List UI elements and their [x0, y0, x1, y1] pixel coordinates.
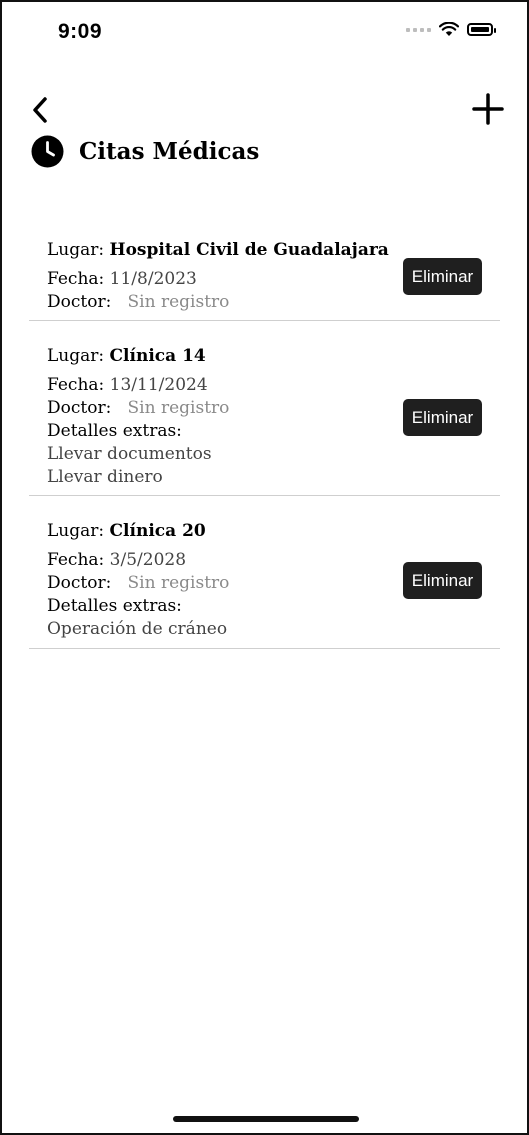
status-time: 9:09 [58, 20, 103, 43]
extra-detail: Operación de cráneo [47, 619, 228, 639]
doctor-label: Doctor: [47, 398, 112, 418]
appointment-doctor: Sin registro [127, 573, 230, 593]
home-indicator[interactable] [173, 1116, 359, 1122]
add-appointment-button[interactable] [471, 92, 505, 126]
appointment-place: Clínica 20 [109, 521, 206, 541]
back-button[interactable] [28, 95, 52, 125]
extra-label: Detalles extras: [47, 596, 182, 616]
delete-button[interactable]: Eliminar [403, 562, 482, 599]
appointment-row: Lugar: Clínica 14 Fecha: 13/11/2024 Doct… [29, 321, 500, 496]
extra-detail: Llevar documentos [47, 444, 212, 464]
date-label: Fecha: [47, 375, 105, 395]
extra-detail: Llevar dinero [47, 467, 163, 487]
appointment-doctor: Sin registro [127, 398, 230, 418]
appointment-date: 11/8/2023 [109, 269, 197, 289]
delete-button[interactable]: Eliminar [403, 399, 482, 436]
date-label: Fecha: [47, 550, 105, 570]
app-screen: 9:09 Citas Médicas Lugar: Hospital Civil… [0, 0, 529, 1135]
place-label: Lugar: [47, 521, 105, 541]
date-label: Fecha: [47, 269, 105, 289]
status-icons [406, 22, 496, 37]
delete-button[interactable]: Eliminar [403, 258, 482, 295]
appointment-place: Hospital Civil de Guadalajara [109, 240, 389, 260]
page-header: Citas Médicas [31, 135, 259, 168]
appointment-doctor: Sin registro [127, 292, 230, 312]
appointment-row: Lugar: Clínica 20 Fecha: 3/5/2028 Doctor… [29, 496, 500, 649]
appointment-date: 3/5/2028 [109, 550, 187, 570]
extra-label: Detalles extras: [47, 421, 182, 441]
doctor-label: Doctor: [47, 292, 112, 312]
battery-icon [467, 23, 496, 36]
cellular-signal-icon [406, 27, 431, 32]
place-label: Lugar: [47, 346, 105, 366]
appointment-place: Clínica 14 [109, 346, 206, 366]
appointment-row: Lugar: Hospital Civil de Guadalajara Fec… [29, 229, 500, 321]
place-label: Lugar: [47, 240, 105, 260]
appointments-list: Lugar: Hospital Civil de Guadalajara Fec… [29, 229, 500, 649]
wifi-icon [439, 22, 459, 36]
clock-icon [31, 135, 64, 168]
doctor-label: Doctor: [47, 573, 112, 593]
page-title: Citas Médicas [79, 138, 260, 165]
appointment-date: 13/11/2024 [109, 375, 208, 395]
